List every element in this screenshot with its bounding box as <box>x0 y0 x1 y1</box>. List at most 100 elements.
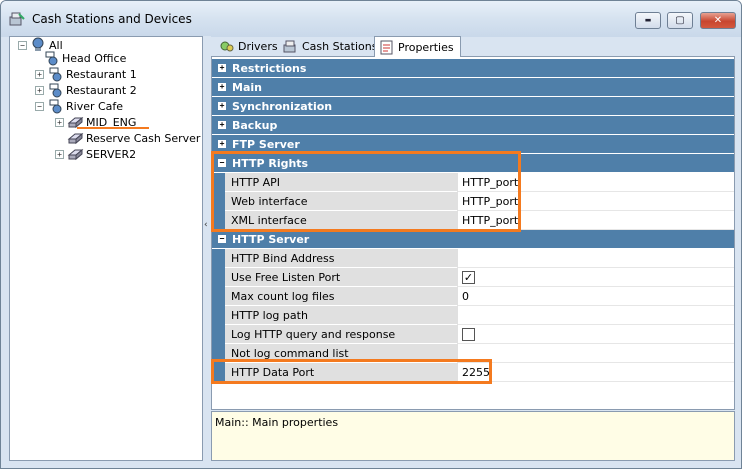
use-free-listen-port-checkbox[interactable]: ✓ <box>462 270 475 284</box>
category-label: FTP Server <box>232 137 300 151</box>
category-label: Main <box>232 80 262 94</box>
collapse-icon[interactable]: − <box>218 159 226 167</box>
details-panel: Drivers Cash Stations Properties + Restr… <box>211 36 735 461</box>
window-title: Cash Stations and Devices <box>32 12 192 26</box>
expander-icon[interactable]: + <box>55 117 64 127</box>
category-http-server[interactable]: − HTTP Server <box>212 230 734 248</box>
category-ftp-server[interactable]: + FTP Server <box>212 135 734 153</box>
property-name: HTTP Bind Address <box>225 249 457 268</box>
tree-item-head-office[interactable]: Head Office <box>43 50 126 66</box>
row-margin <box>212 306 225 325</box>
category-http-rights[interactable]: − HTTP Rights <box>212 154 734 172</box>
property-name: HTTP Data Port <box>225 363 457 382</box>
property-name: HTTP log path <box>225 306 457 325</box>
category-label: Synchronization <box>232 99 333 113</box>
row-margin <box>212 325 225 344</box>
tab-properties[interactable]: Properties <box>374 36 461 57</box>
drivers-icon <box>220 41 234 52</box>
expander-icon[interactable]: + <box>35 85 44 95</box>
expand-icon[interactable]: + <box>218 64 226 72</box>
category-backup[interactable]: + Backup <box>212 116 734 134</box>
tree-item-label: Restaurant 2 <box>66 83 137 97</box>
expander-icon[interactable]: + <box>55 149 64 159</box>
panel-splitter[interactable]: ‹ <box>203 36 211 461</box>
node-icon <box>49 83 62 98</box>
row-margin <box>212 211 225 230</box>
tree-item-restaurant-2[interactable]: + Restaurant 2 <box>35 82 137 98</box>
maximize-icon: ▢ <box>675 14 685 26</box>
log-http-query-checkbox[interactable] <box>462 327 475 341</box>
property-value[interactable]: HTTP_port <box>457 211 734 230</box>
row-margin <box>212 363 225 382</box>
property-row[interactable]: Web interface HTTP_port <box>212 192 734 211</box>
expand-icon[interactable]: + <box>218 102 226 110</box>
property-value[interactable] <box>457 306 734 325</box>
maximize-button[interactable]: ▢ <box>667 12 693 29</box>
tab-label: Cash Stations <box>302 40 378 53</box>
close-button[interactable]: ✕ <box>700 12 736 29</box>
row-margin <box>212 249 225 268</box>
property-value[interactable] <box>457 325 734 344</box>
property-value[interactable]: 0 <box>457 287 734 306</box>
tree-item-label: SERVER2 <box>86 147 137 161</box>
tree-item-river-cafe[interactable]: − River Cafe <box>35 98 123 114</box>
property-name: Max count log files <box>225 287 457 306</box>
property-name: Use Free Listen Port <box>225 268 457 287</box>
category-label: Restrictions <box>232 61 307 75</box>
property-row[interactable]: HTTP Data Port 2255 <box>212 363 734 382</box>
tree-item-server2[interactable]: + SERVER2 <box>55 146 136 162</box>
minimize-button[interactable]: ▬ <box>635 12 661 29</box>
property-row[interactable]: XML interface HTTP_port <box>212 211 734 230</box>
node-icon <box>45 51 58 66</box>
collapse-icon[interactable]: − <box>218 235 226 243</box>
cash-stations-app-icon <box>9 12 25 26</box>
property-row[interactable]: Use Free Listen Port ✓ <box>212 268 734 287</box>
tree-item-restaurant-1[interactable]: + Restaurant 1 <box>35 66 137 82</box>
tab-drivers[interactable]: Drivers <box>215 37 284 56</box>
device-tree[interactable]: − All Head Office + Restaurant 1 + Resta… <box>9 36 203 461</box>
title-bar[interactable]: Cash Stations and Devices ▬ ▢ ✕ <box>1 1 741 37</box>
row-margin <box>212 344 225 363</box>
expand-icon[interactable]: + <box>218 83 226 91</box>
category-label: Backup <box>232 118 278 132</box>
property-row[interactable]: HTTP API HTTP_port <box>212 173 734 192</box>
horizontal-scrollbar[interactable]: ◀ ▶ <box>212 409 734 410</box>
category-synchronization[interactable]: + Synchronization <box>212 97 734 115</box>
node-icon <box>49 67 62 82</box>
category-label: HTTP Server <box>232 232 310 246</box>
checkmark-icon: ✓ <box>463 270 474 284</box>
property-value[interactable]: HTTP_port <box>457 192 734 211</box>
category-label: HTTP Rights <box>232 156 309 170</box>
description-panel: Main:: Main properties <box>211 411 735 461</box>
tree-item-label: Reserve Cash Server <box>86 131 201 145</box>
row-margin <box>212 192 225 211</box>
tab-label: Drivers <box>238 40 278 53</box>
tab-label: Properties <box>398 40 454 54</box>
tab-strip: Drivers Cash Stations Properties <box>211 36 735 57</box>
node-icon <box>49 99 62 114</box>
row-margin <box>212 268 225 287</box>
collapse-arrow-icon[interactable]: ‹ <box>204 218 210 232</box>
category-main[interactable]: + Main <box>212 78 734 96</box>
property-value[interactable]: HTTP_port <box>457 173 734 192</box>
tree-item-label: Restaurant 1 <box>66 67 137 81</box>
property-grid[interactable]: + Restrictions + Main + Synchronization … <box>211 56 735 410</box>
expand-icon[interactable]: + <box>218 140 226 148</box>
tree-item-reserve-cash-server[interactable]: Reserve Cash Server <box>67 130 200 146</box>
expander-icon[interactable]: + <box>35 69 44 79</box>
expand-icon[interactable]: + <box>218 121 226 129</box>
property-row[interactable]: HTTP log path <box>212 306 734 325</box>
property-row[interactable]: HTTP Bind Address <box>212 249 734 268</box>
category-restrictions[interactable]: + Restrictions <box>212 59 734 77</box>
expander-icon[interactable]: − <box>35 101 44 111</box>
tab-cash-stations[interactable]: Cash Stations <box>279 37 383 56</box>
property-value[interactable] <box>457 249 734 268</box>
tree-item-label: River Cafe <box>66 99 124 113</box>
property-row[interactable]: Max count log files 0 <box>212 287 734 306</box>
property-value[interactable]: 2255 <box>457 363 734 382</box>
property-value[interactable] <box>457 344 734 363</box>
expander-icon[interactable]: − <box>18 40 27 50</box>
property-value[interactable]: ✓ <box>457 268 734 287</box>
property-row[interactable]: Log HTTP query and response <box>212 325 734 344</box>
property-row[interactable]: Not log command list <box>212 344 734 363</box>
